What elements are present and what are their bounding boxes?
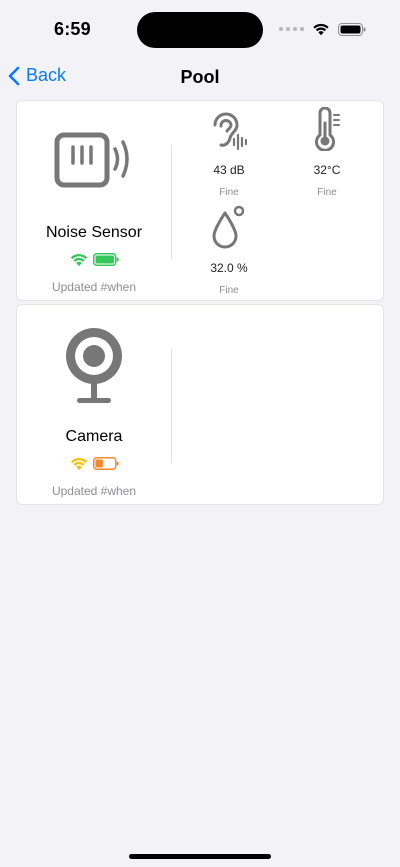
card-divider [171,145,172,259]
metric-status: Fine [219,285,239,296]
device-name: Noise Sensor [45,224,143,241]
dynamic-island [137,12,263,48]
metric-value: 32.0 % [210,261,248,275]
device-connection-status [17,252,171,267]
wifi-icon [70,458,88,471]
page-title: Pool [180,67,220,87]
metric-temperature: 32°C Fine [287,107,367,198]
metric-status: Fine [219,187,239,198]
status-time: 6:59 [54,19,91,39]
metric-value: 32°C [313,163,341,177]
device-name: Camera [65,428,123,445]
device-updated-text: Updated #when [51,280,137,294]
status-bar: 6:59 [0,0,400,60]
card-divider [171,349,172,463]
metric-humidity: 32.0 % Fine [189,205,269,296]
metric-status: Fine [317,187,337,198]
battery-icon [93,253,119,266]
metric-value: 43 dB [213,163,245,177]
home-indicator [129,854,271,859]
wifi-icon [313,23,329,36]
battery-icon [93,457,119,470]
metric-sound: 43 dB Fine [189,107,269,198]
device-connection-status [17,456,171,471]
ear-sound-icon [213,112,247,151]
noise-sensor-icon [54,132,129,188]
status-indicators [279,22,366,36]
device-card-noise-sensor[interactable]: Noise Sensor Updated #when 43 dB Fine 32… [16,100,384,301]
battery-icon [338,22,366,36]
wifi-icon [70,254,88,267]
device-updated-text: Updated #when [51,484,137,498]
device-card-camera[interactable]: Camera Updated #when [16,304,384,505]
thermometer-icon [315,107,340,151]
cellular-signal-icon [279,27,304,31]
webcam-icon [66,328,122,403]
humidity-drop-icon [212,205,245,249]
navigation-bar: Back Pool [0,60,400,96]
